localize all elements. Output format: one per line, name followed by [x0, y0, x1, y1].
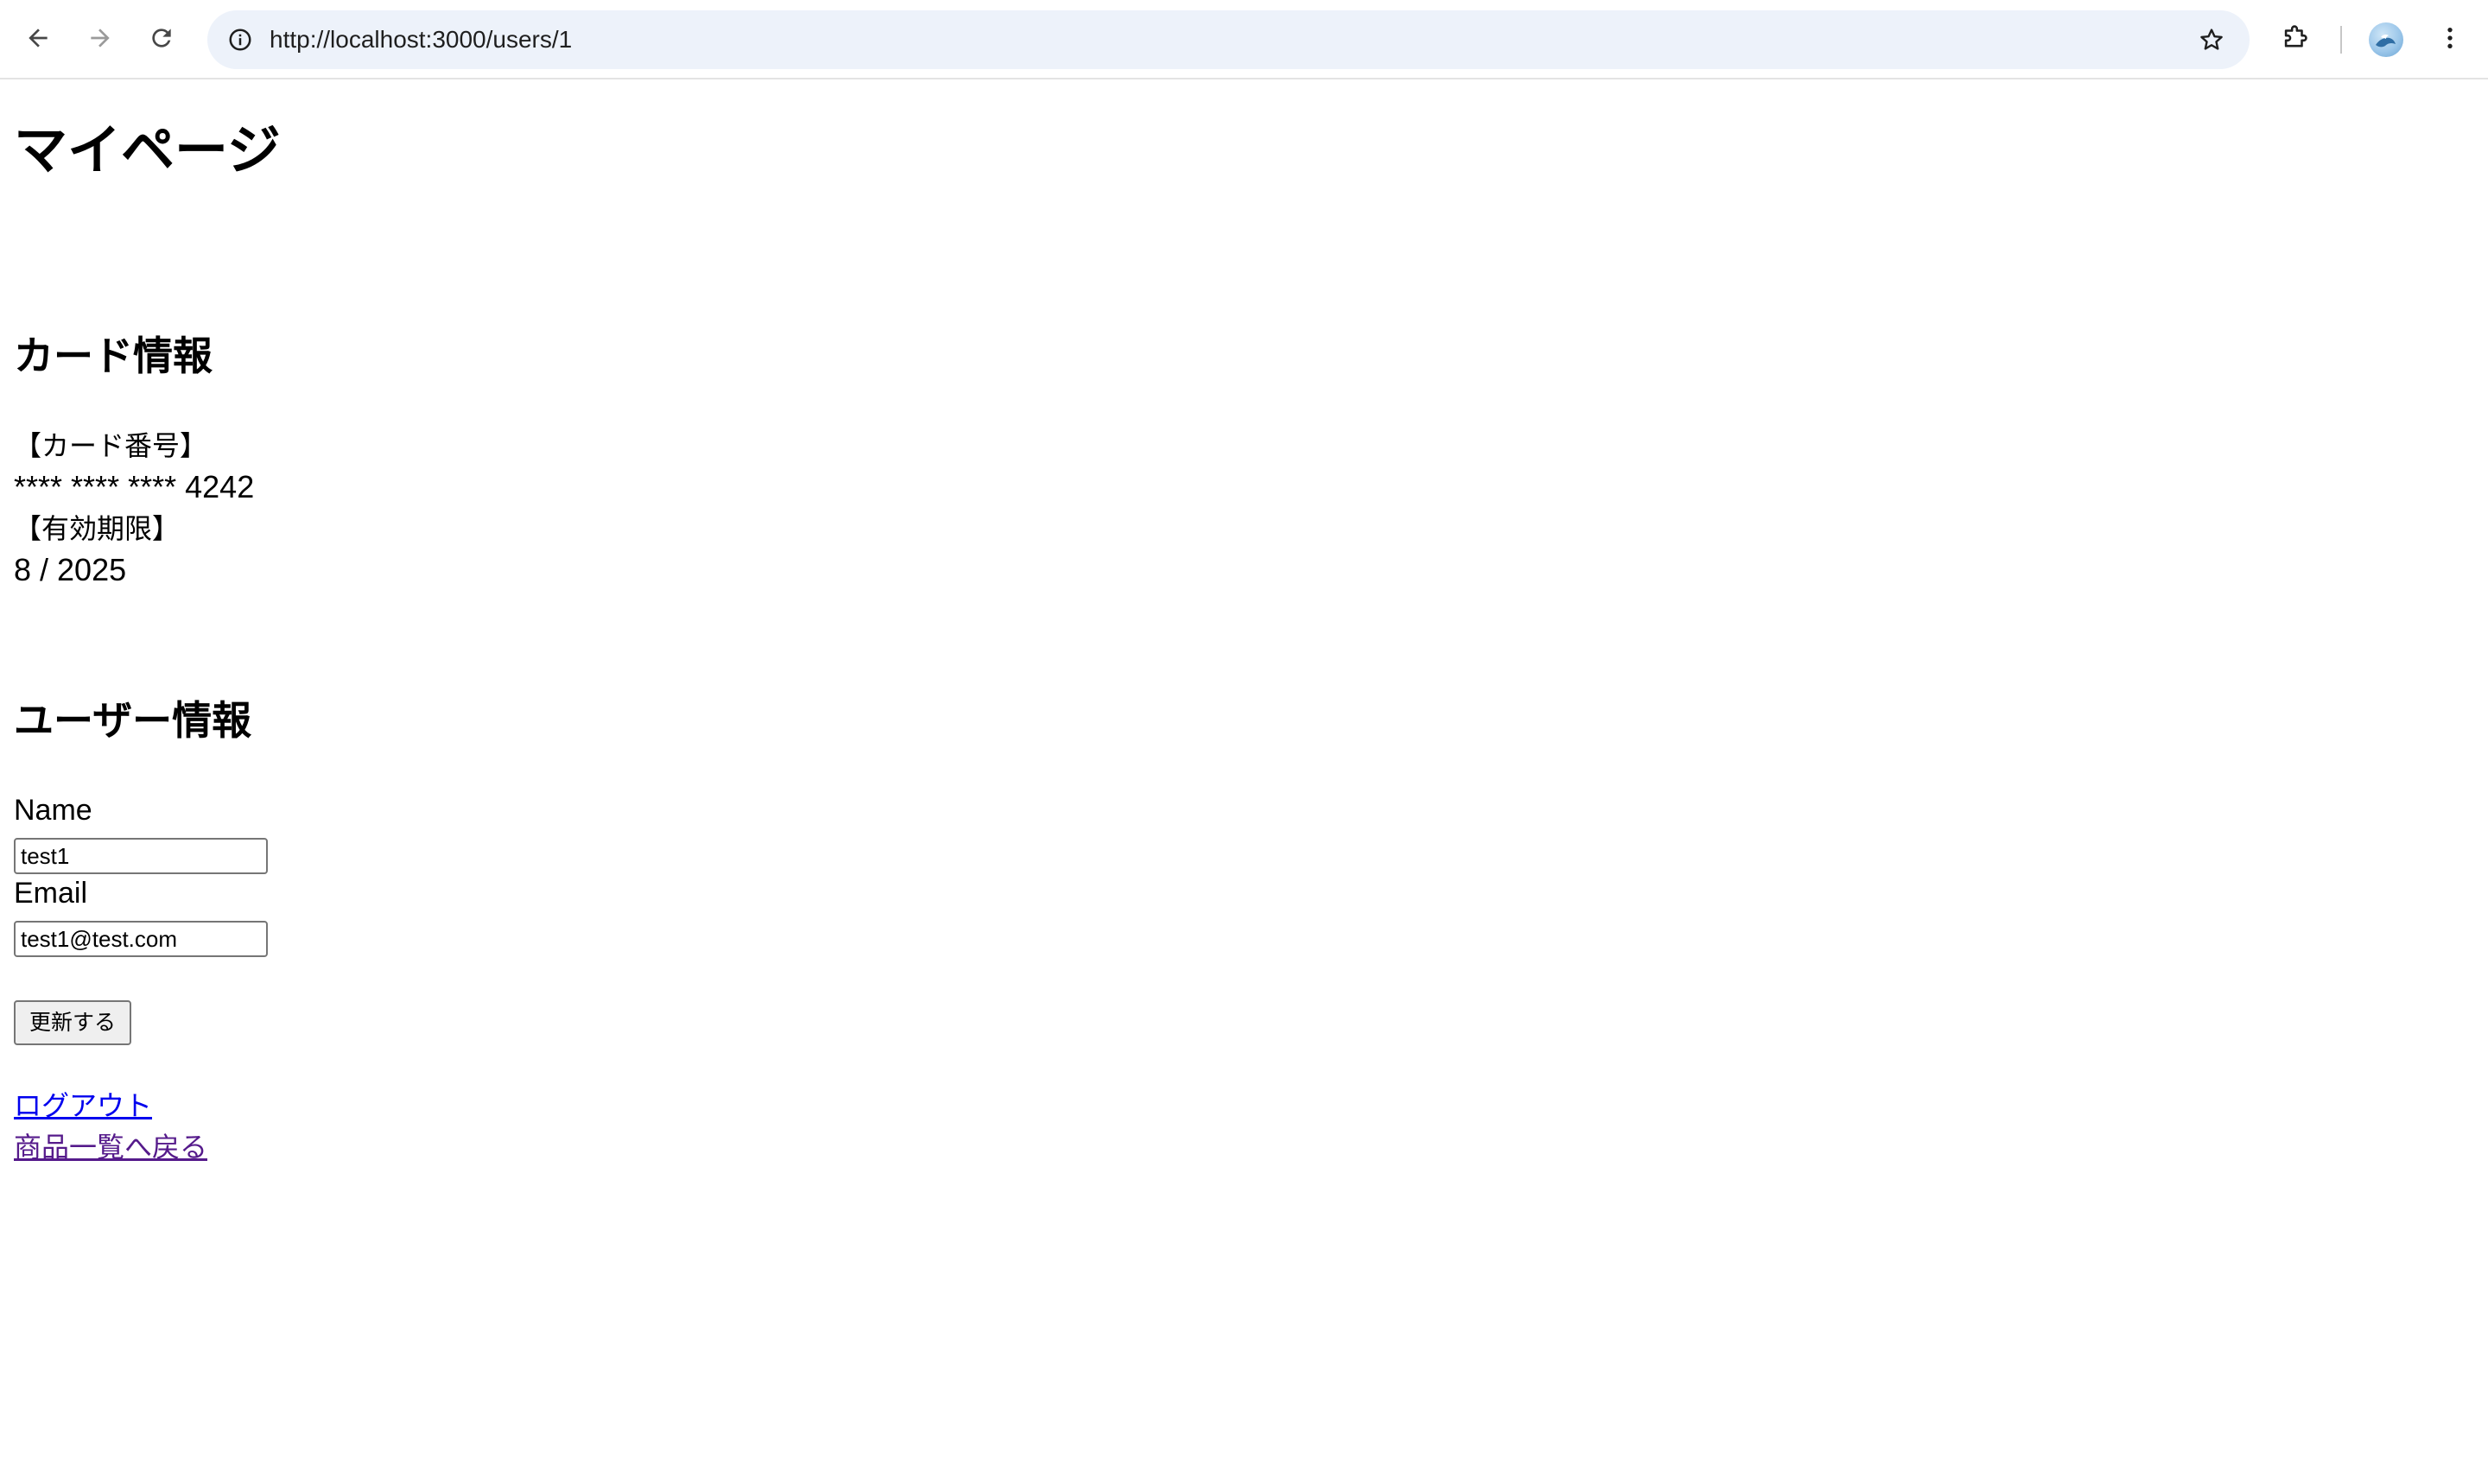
update-button[interactable]: 更新する [14, 1000, 132, 1045]
more-vert-icon [2447, 28, 2453, 48]
extensions-button[interactable] [2270, 14, 2319, 62]
page-content: マイページ カード情報 【カード番号】 **** **** **** 4242 … [0, 81, 2488, 1484]
puzzle-icon [2284, 25, 2307, 48]
card-number-label: 【カード番号】 [14, 429, 208, 462]
arrow-right-icon [91, 29, 110, 48]
profile-picture-icon [2376, 34, 2396, 48]
address-bar[interactable]: http://localhost:3000/users/1 [207, 10, 2250, 69]
name-field[interactable] [14, 838, 268, 874]
email-label: Email [14, 877, 88, 910]
user-info-heading: ユーザー情報 [14, 697, 252, 744]
toolbar-divider [2340, 26, 2342, 54]
reload-button[interactable] [137, 14, 186, 62]
site-info-button[interactable] [219, 19, 261, 60]
arrow-left-icon [29, 29, 48, 48]
page-title: マイページ [14, 118, 281, 181]
star-icon [2200, 29, 2223, 50]
back-to-products-link[interactable]: 商品一覧へ戻る [14, 1128, 207, 1166]
url-text[interactable]: http://localhost:3000/users/1 [270, 10, 572, 69]
name-label: Name [14, 794, 92, 827]
back-button[interactable] [14, 14, 62, 62]
logout-link[interactable]: ログアウト [14, 1087, 152, 1125]
card-expiry-value: 8 / 2025 [14, 552, 127, 587]
info-icon [229, 29, 251, 51]
profile-avatar[interactable] [2369, 22, 2403, 57]
menu-button[interactable] [2426, 14, 2474, 62]
bookmark-star-button[interactable] [2191, 19, 2232, 60]
browser-toolbar: http://localhost:3000/users/1 [0, 0, 2488, 79]
reload-icon [152, 29, 171, 48]
forward-button[interactable] [76, 14, 124, 62]
card-number-value: **** **** **** 4242 [14, 469, 255, 504]
email-field[interactable] [14, 921, 268, 957]
card-info-heading: カード情報 [14, 333, 213, 379]
card-expiry-label: 【有効期限】 [14, 512, 181, 545]
